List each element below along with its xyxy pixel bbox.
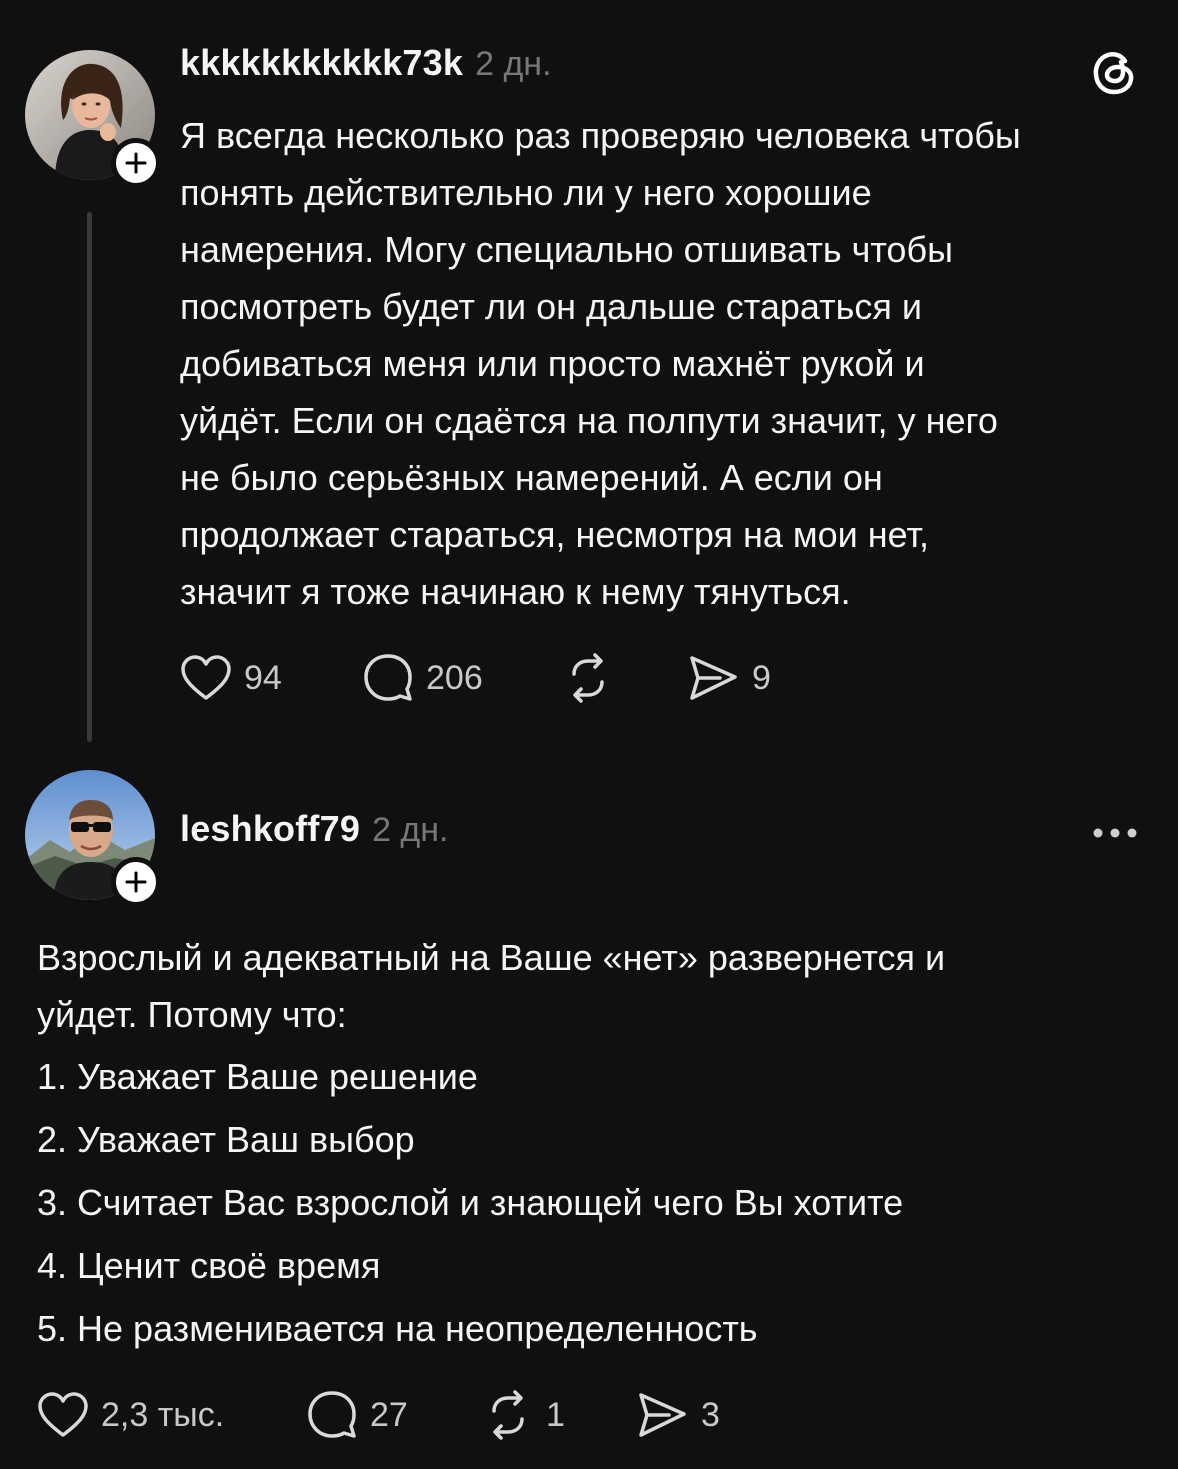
reply-text-line: Взрослый и адекватный на Ваше «нет» разв… [37, 937, 946, 978]
post-timestamp: 2 дн. [475, 45, 552, 83]
reply-list-item: 5. Не разменивается на неопределенность [37, 1308, 758, 1349]
reply-comment-button[interactable]: 27 [306, 1389, 408, 1441]
reply-text-line: уйдет. Потому что: [37, 994, 347, 1035]
post-text-line: не было серьёзных намерений. А если он [180, 457, 883, 498]
reply-username[interactable]: leshkoff79 [180, 808, 360, 850]
thread-line [87, 212, 92, 742]
reply-comment-count: 27 [370, 1395, 408, 1434]
post-comment-button[interactable]: 206 [362, 652, 483, 704]
reply-list-item: 1. Уважает Ваше решение [37, 1056, 478, 1097]
reply-header: leshkoff79 2 дн. [180, 808, 449, 854]
comment-icon [364, 654, 412, 701]
reply-list-item: 4. Ценит своё время [37, 1245, 381, 1286]
post-text-line: намерения. Могу специально отшивать чтоб… [180, 229, 953, 270]
heart-icon [181, 655, 231, 700]
reply-list-item: 3. Считает Вас взрослой и знающей чего В… [37, 1182, 904, 1223]
post-follow-button[interactable] [111, 138, 161, 188]
post-body: Я всегда несколько раз проверяю человека… [180, 107, 1021, 620]
reply-share-button[interactable]: 3 [637, 1389, 720, 1441]
heart-icon [38, 1392, 88, 1437]
reply-like-count: 2,3 тыс. [101, 1395, 225, 1434]
post-text-line: добиваться меня или просто махнёт рукой … [180, 343, 925, 384]
reply-share-count: 3 [701, 1395, 720, 1434]
reply-repost-count: 1 [546, 1395, 565, 1434]
post-username[interactable]: kkkkkkkkkkk73k [180, 42, 463, 84]
post-text-line: уйдёт. Если он сдаётся на полпути значит… [180, 400, 998, 441]
post-text-line: Я всегда несколько раз проверяю человека… [180, 115, 1021, 156]
post-share-button[interactable]: 9 [688, 652, 771, 704]
reply-like-button[interactable]: 2,3 тыс. [37, 1389, 224, 1441]
reply-repost-button[interactable]: 1 [482, 1389, 565, 1441]
repost-icon [492, 1390, 524, 1440]
post-share-count: 9 [752, 658, 771, 697]
repost-icon [572, 653, 604, 703]
reply-list-item: 2. Уважает Ваш выбор [37, 1119, 415, 1160]
share-icon [639, 1393, 686, 1437]
post-text-line: значит я тоже начинаю к нему тянуться. [180, 571, 851, 612]
post-text-line: понять действительно ли у него хорошие [180, 172, 872, 213]
comment-icon [308, 1391, 356, 1438]
share-icon [690, 656, 737, 700]
reply-timestamp: 2 дн. [372, 811, 449, 849]
post-like-button[interactable]: 94 [180, 652, 282, 704]
plus-icon [125, 152, 147, 174]
reply-follow-button[interactable] [111, 857, 161, 907]
post-header: kkkkkkkkkkk73k 2 дн. [180, 42, 552, 88]
post-repost-button[interactable] [562, 652, 614, 704]
more-icon[interactable] [1090, 818, 1140, 848]
plus-icon [125, 871, 147, 893]
post-text-line: продолжает стараться, несмотря на мои не… [180, 514, 929, 555]
reply-body: Взрослый и адекватный на Ваше «нет» разв… [37, 929, 945, 1360]
post-text-line: посмотреть будет ли он дальше стараться … [180, 286, 922, 327]
threads-logo-icon[interactable] [1088, 47, 1140, 99]
post-like-count: 94 [244, 658, 282, 697]
post-comment-count: 206 [426, 658, 483, 697]
